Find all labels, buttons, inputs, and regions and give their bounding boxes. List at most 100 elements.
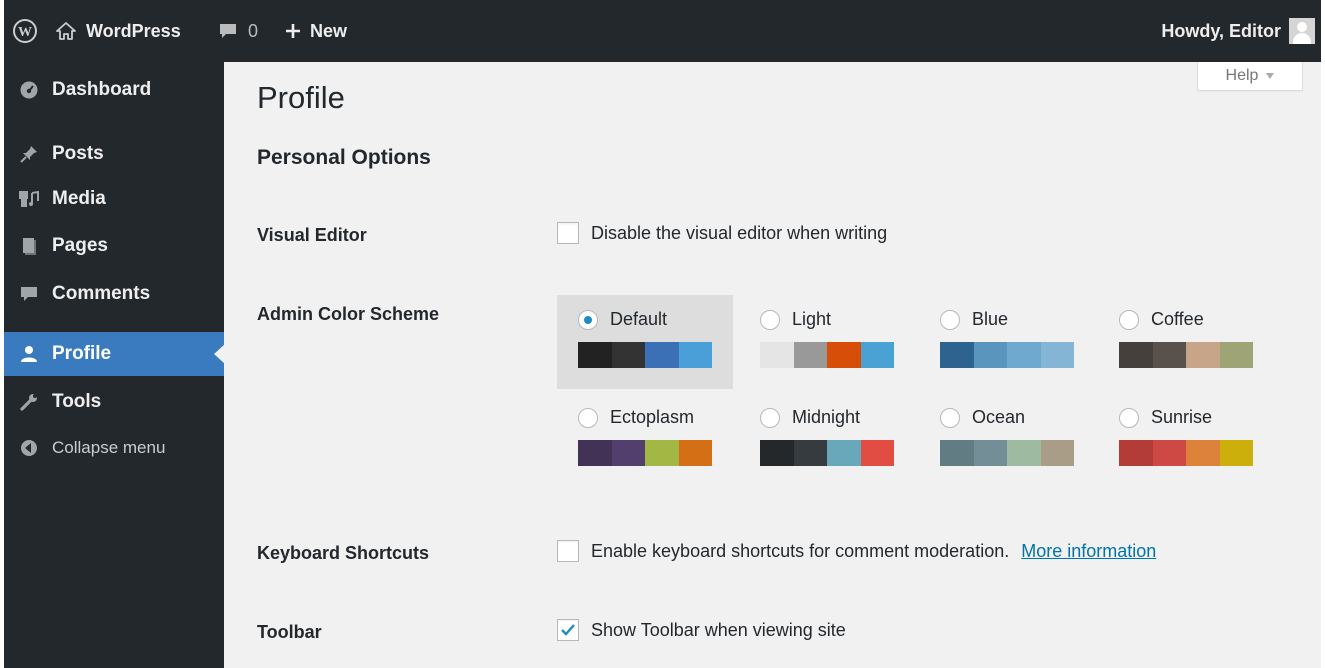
sidebar-item-label: Pages <box>52 235 108 256</box>
sidebar-item-media[interactable]: Media <box>4 177 224 221</box>
sidebar-item-profile[interactable]: Profile <box>4 332 225 376</box>
swatch <box>827 440 861 466</box>
section-title: Personal Options <box>257 146 431 169</box>
scheme-radio[interactable] <box>1119 407 1139 428</box>
color-scheme-ocean[interactable]: Ocean <box>919 393 1095 487</box>
sidebar-item-dashboard[interactable]: Dashboard <box>4 68 224 112</box>
sidebar-item-comments[interactable]: Comments <box>4 272 224 316</box>
color-scheme-ectoplasm[interactable]: Ectoplasm <box>557 393 733 487</box>
sidebar-item-posts[interactable]: Posts <box>4 132 224 176</box>
swatch <box>1040 342 1074 368</box>
swatch <box>1186 440 1220 466</box>
scheme-name: Ocean <box>972 407 1026 427</box>
visual-editor-label: Visual Editor <box>257 225 367 245</box>
scheme-swatches <box>1119 342 1253 368</box>
scheme-radio[interactable] <box>760 309 780 330</box>
sidebar-item-pages[interactable]: Pages <box>4 224 224 268</box>
scheme-radio[interactable] <box>760 407 780 428</box>
more-information-link[interactable]: More information <box>1021 541 1156 562</box>
scheme-name: Midnight <box>792 407 861 427</box>
my-account-menu[interactable]: Howdy, Editor <box>1161 0 1315 62</box>
scheme-name: Coffee <box>1151 309 1204 329</box>
scheme-swatches <box>940 342 1074 368</box>
sidebar-item-label: Media <box>52 188 106 209</box>
scheme-name: Blue <box>972 309 1009 329</box>
media-icon <box>18 188 40 210</box>
swatch <box>578 440 612 466</box>
scheme-name: Light <box>792 309 832 329</box>
color-scheme-coffee[interactable]: Coffee <box>1098 295 1274 389</box>
scheme-radio[interactable] <box>940 309 960 330</box>
swatch <box>645 342 679 368</box>
toolbar-option[interactable]: Show Toolbar when viewing site <box>557 619 846 641</box>
color-scheme-blue[interactable]: Blue <box>919 295 1095 389</box>
sidebar-item-label: Comments <box>52 283 151 304</box>
swatch <box>1152 342 1186 368</box>
wordpress-logo-icon[interactable]: W <box>12 0 38 62</box>
swatch <box>678 440 712 466</box>
swatch <box>1119 440 1153 466</box>
wrench-icon <box>18 391 40 413</box>
keyboard-shortcuts-checkbox[interactable] <box>557 540 579 562</box>
scheme-swatches <box>578 342 712 368</box>
keyboard-shortcuts-option[interactable]: Enable keyboard shortcuts for comment mo… <box>557 540 1156 562</box>
collapse-menu-button[interactable]: Collapse menu <box>4 426 224 470</box>
toolbar-label: Toolbar <box>257 622 322 642</box>
scheme-radio[interactable] <box>578 309 598 330</box>
swatch <box>973 440 1007 466</box>
plus-icon <box>284 22 302 40</box>
toolbar-option-label: Show Toolbar when viewing site <box>591 619 846 640</box>
new-content-menu[interactable]: New <box>284 0 347 62</box>
scheme-swatches <box>760 342 894 368</box>
visual-editor-checkbox[interactable] <box>557 222 579 244</box>
swatch <box>645 440 679 466</box>
swatch <box>973 342 1007 368</box>
swatch <box>1152 440 1186 466</box>
checkmark-icon <box>561 624 575 636</box>
home-icon <box>56 22 76 40</box>
color-scheme-default[interactable]: Default <box>557 295 733 389</box>
swatch <box>860 440 894 466</box>
keyboard-shortcuts-label: Keyboard Shortcuts <box>257 543 430 563</box>
main-content: Help Profile Personal Options Visual Edi… <box>224 62 1321 668</box>
toolbar-checkbox[interactable] <box>557 619 579 641</box>
comments-link[interactable]: 0 <box>218 0 258 62</box>
collapse-arrow-icon <box>18 437 40 459</box>
swatch <box>940 342 974 368</box>
howdy-label: Howdy, Editor <box>1161 20 1281 41</box>
scheme-radio[interactable] <box>940 407 960 428</box>
user-icon <box>18 343 40 365</box>
scheme-swatches <box>578 440 712 466</box>
comment-count: 0 <box>248 20 259 41</box>
color-scheme-light[interactable]: Light <box>739 295 915 389</box>
comment-icon <box>18 283 40 305</box>
color-scheme-label: Admin Color Scheme <box>257 304 440 324</box>
new-label: New <box>310 20 348 41</box>
admin-sidebar: Dashboard Posts Media Pages Comments Pro… <box>4 62 225 668</box>
sidebar-item-label: Collapse menu <box>52 438 166 457</box>
swatch <box>760 440 794 466</box>
color-scheme-sunrise[interactable]: Sunrise <box>1098 393 1274 487</box>
page-title: Profile <box>257 80 345 115</box>
swatch <box>578 342 612 368</box>
swatch <box>1007 440 1041 466</box>
swatch <box>678 342 712 368</box>
swatch <box>1219 342 1253 368</box>
help-tab-button[interactable]: Help <box>1197 62 1303 91</box>
scheme-radio[interactable] <box>578 407 598 428</box>
color-scheme-midnight[interactable]: Midnight <box>739 393 915 487</box>
keyboard-shortcuts-option-label: Enable keyboard shortcuts for comment mo… <box>591 540 1010 561</box>
caret-down-icon <box>1266 73 1275 79</box>
scheme-name: Sunrise <box>1151 407 1213 427</box>
sidebar-item-tools[interactable]: Tools <box>4 380 224 424</box>
sidebar-item-label: Dashboard <box>52 79 152 100</box>
scheme-radio[interactable] <box>1119 309 1139 330</box>
pin-icon <box>18 143 40 165</box>
visual-editor-option[interactable]: Disable the visual editor when writing <box>557 222 887 244</box>
swatch <box>760 342 794 368</box>
swatch <box>611 342 645 368</box>
site-name-link[interactable]: WordPress <box>56 0 181 62</box>
sidebar-item-label: Posts <box>52 143 104 164</box>
comment-bubble-icon <box>218 22 238 40</box>
admin-toolbar: W WordPress 0 New Howdy, Editor <box>4 0 1321 62</box>
